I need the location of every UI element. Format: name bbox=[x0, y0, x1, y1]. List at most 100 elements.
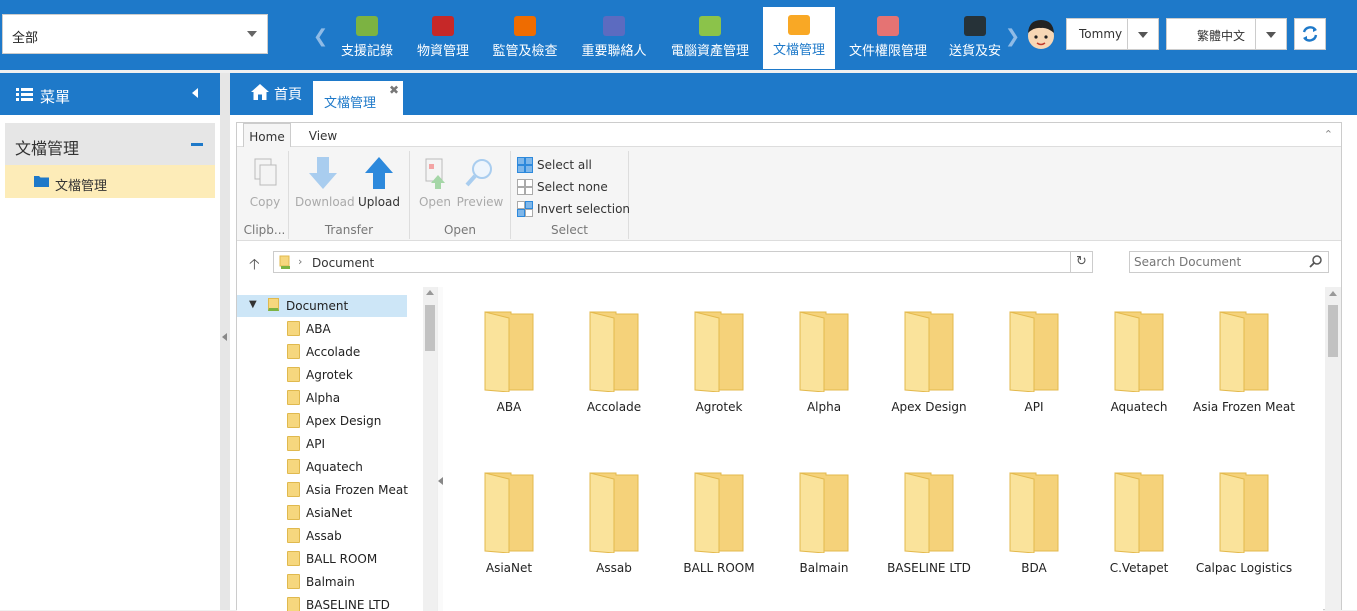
folder-tree: ▼ Document ABA Accolade Agrotek Alpha Apex Des… bbox=[237, 287, 437, 611]
menu-group-document-management[interactable]: 文檔管理 bbox=[5, 123, 215, 165]
ribbon-tab-home[interactable]: Home bbox=[243, 123, 291, 148]
refresh-button[interactable] bbox=[1294, 18, 1326, 50]
user-dropdown[interactable]: Tommy bbox=[1066, 18, 1159, 50]
select-all-label: Select all bbox=[537, 158, 592, 172]
breadcrumb-item[interactable]: Document bbox=[312, 256, 374, 270]
folder-item[interactable]: Assab bbox=[562, 453, 666, 593]
sidebar-item-document-management[interactable]: 文檔管理 bbox=[5, 165, 215, 198]
collapse-ribbon-icon[interactable]: ⌃ bbox=[1324, 128, 1333, 141]
folder-item[interactable]: ABA bbox=[457, 292, 561, 432]
tree-item-label: Apex Design bbox=[306, 414, 382, 428]
folder-item[interactable]: Asia Frozen Meat bbox=[1192, 292, 1296, 432]
scope-select[interactable]: 全部 bbox=[2, 14, 268, 54]
tree-item-label: BASELINE LTD bbox=[306, 598, 390, 611]
module-tab-6[interactable]: 文件權限管理 bbox=[842, 8, 934, 68]
upload-button[interactable]: Upload bbox=[351, 155, 407, 209]
sidebar-header[interactable]: 菜單 bbox=[0, 73, 220, 115]
tree-item[interactable]: BALL ROOM bbox=[237, 548, 437, 570]
scroll-up-icon[interactable] bbox=[1329, 291, 1337, 296]
grid-scrollbar[interactable] bbox=[1325, 287, 1341, 611]
collapse-minus-icon[interactable] bbox=[191, 143, 203, 146]
folder-icon bbox=[287, 367, 300, 382]
folder-icon bbox=[287, 459, 300, 474]
folder-item[interactable]: C.Vetapet bbox=[1087, 453, 1191, 593]
close-icon[interactable]: ✖ bbox=[389, 83, 399, 97]
download-button[interactable]: Download bbox=[295, 155, 355, 209]
tree-root-document[interactable]: ▼ Document bbox=[237, 295, 407, 317]
module-tab-label: 支援記錄 bbox=[340, 44, 393, 59]
module-tab-3[interactable]: 重要聯絡人 bbox=[575, 8, 653, 68]
up-arrow-icon[interactable]: 🡡 bbox=[249, 254, 260, 279]
tree-item[interactable]: ABA bbox=[237, 318, 437, 340]
tree-item[interactable]: BASELINE LTD bbox=[237, 594, 437, 611]
tree-item-label: BALL ROOM bbox=[306, 552, 378, 566]
copy-button[interactable]: Copy bbox=[237, 155, 293, 209]
upload-label: Upload bbox=[357, 195, 401, 209]
tree-item[interactable]: Accolade bbox=[237, 341, 437, 363]
tree-item[interactable]: API bbox=[237, 433, 437, 455]
module-tab-0[interactable]: 支援記錄 bbox=[334, 8, 400, 68]
folder-item[interactable]: BASELINE LTD bbox=[877, 453, 981, 593]
tree-scrollbar[interactable] bbox=[423, 287, 437, 611]
avatar-icon[interactable] bbox=[1025, 17, 1057, 51]
tree-item[interactable]: Asia Frozen Meat bbox=[237, 479, 437, 501]
folder-label: API bbox=[1024, 400, 1044, 414]
tab-document-management[interactable]: 文檔管理 ✖ bbox=[313, 81, 403, 115]
scrollbar-thumb[interactable] bbox=[1328, 305, 1338, 357]
folder-label: Asia Frozen Meat bbox=[1193, 400, 1295, 414]
folder-item[interactable]: Agrotek bbox=[667, 292, 771, 432]
tree-item[interactable]: Balmain bbox=[237, 571, 437, 593]
ribbon-group-open: Open Preview Open bbox=[410, 151, 511, 239]
folder-item[interactable]: Alpha bbox=[772, 292, 876, 432]
splitter-arrow-icon[interactable] bbox=[222, 333, 227, 341]
invert-selection-icon bbox=[517, 201, 533, 217]
folder-label: ABA bbox=[496, 400, 522, 414]
chevron-down-icon bbox=[1266, 32, 1276, 38]
sidebar-splitter[interactable] bbox=[220, 73, 230, 610]
tree-item[interactable]: Agrotek bbox=[237, 364, 437, 386]
folder-icon bbox=[694, 311, 744, 392]
tree-item[interactable]: Aquatech bbox=[237, 456, 437, 478]
folder-item[interactable]: Accolade bbox=[562, 292, 666, 432]
folder-icon bbox=[287, 436, 300, 451]
collapse-sidebar-icon[interactable] bbox=[192, 88, 198, 98]
folder-item[interactable]: Calpac Logistics bbox=[1192, 453, 1296, 593]
folder-icon bbox=[287, 321, 300, 336]
module-tab-4[interactable]: 電腦資產管理 bbox=[664, 8, 756, 68]
folder-item[interactable]: API bbox=[982, 292, 1086, 432]
module-tab-5[interactable]: 文檔管理 bbox=[763, 7, 835, 69]
module-tab-2[interactable]: 監管及檢查 bbox=[486, 8, 564, 68]
tree-item-label: Agrotek bbox=[306, 368, 353, 382]
folder-item[interactable]: Aquatech bbox=[1087, 292, 1191, 432]
module-tab-1[interactable]: 物資管理 bbox=[411, 8, 475, 68]
tree-item[interactable]: Assab bbox=[237, 525, 437, 547]
search-input[interactable] bbox=[1129, 251, 1329, 273]
delivery-truck-icon bbox=[964, 16, 986, 36]
calendar-icon bbox=[514, 16, 536, 36]
search-icon[interactable] bbox=[1309, 254, 1323, 268]
sidebar-item-label: 文檔管理 bbox=[55, 179, 108, 194]
ribbon-tab-view[interactable]: View bbox=[301, 123, 345, 148]
chevron-right-icon[interactable]: ❯ bbox=[1005, 26, 1020, 47]
folder-item[interactable]: BALL ROOM bbox=[667, 453, 771, 593]
preview-button[interactable]: Preview bbox=[452, 155, 508, 209]
tree-item[interactable]: AsiaNet bbox=[237, 502, 437, 524]
module-tab-7[interactable]: 送貨及安 bbox=[945, 8, 1005, 68]
chevron-left-icon[interactable]: ❮ bbox=[313, 26, 328, 47]
folder-item[interactable]: Apex Design bbox=[877, 292, 981, 432]
folder-icon bbox=[799, 472, 849, 553]
ribbon-group-clipboard: Copy Clipb... bbox=[241, 151, 289, 239]
folder-item[interactable]: AsiaNet bbox=[457, 453, 561, 593]
tree-item[interactable]: Apex Design bbox=[237, 410, 437, 432]
scroll-up-icon[interactable] bbox=[426, 290, 434, 295]
folder-item[interactable]: Balmain bbox=[772, 453, 876, 593]
folder-label: Assab bbox=[596, 561, 632, 575]
scrollbar-thumb[interactable] bbox=[425, 305, 435, 351]
refresh-path-icon[interactable]: ↻ bbox=[1070, 252, 1092, 272]
folder-label: AsiaNet bbox=[485, 561, 533, 575]
chevron-down-icon[interactable]: ▼ bbox=[249, 299, 257, 310]
breadcrumb[interactable]: › Document ↻ bbox=[273, 251, 1093, 273]
language-dropdown[interactable]: 繁體中文 bbox=[1166, 18, 1287, 50]
folder-item[interactable]: BDA bbox=[982, 453, 1086, 593]
tree-item[interactable]: Alpha bbox=[237, 387, 437, 409]
